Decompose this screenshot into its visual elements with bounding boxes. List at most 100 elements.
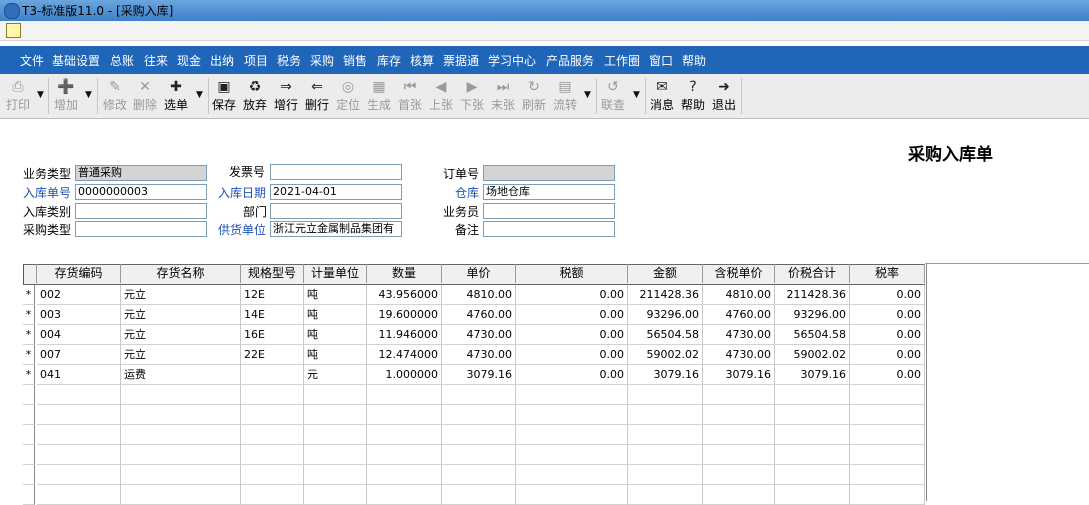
cell-spec[interactable] <box>241 485 304 505</box>
locate-button[interactable]: ◎ 定位 <box>334 78 362 114</box>
query-button[interactable]: ↺ 联查 <box>599 78 627 114</box>
cell-rate[interactable]: 0.00 <box>850 325 925 345</box>
cell-name[interactable]: 元立 <box>121 305 241 325</box>
cell-unit[interactable]: 吨 <box>304 345 367 365</box>
cell-price[interactable] <box>442 485 516 505</box>
business-type-field[interactable]: 普通采购 <box>75 165 207 181</box>
col-header-name[interactable]: 存货名称 <box>121 264 241 283</box>
row-marker[interactable]: * <box>23 285 35 305</box>
row-marker[interactable]: * <box>23 305 35 325</box>
col-header-tax-price[interactable]: 含税单价 <box>703 264 775 283</box>
menu-help[interactable]: 帮助 <box>682 52 706 69</box>
col-header-price[interactable]: 单价 <box>442 264 516 283</box>
col-header-rate[interactable]: 税率 <box>850 264 925 283</box>
menu-accounts[interactable]: 往来 <box>144 52 168 69</box>
cell-rate[interactable]: 0.00 <box>850 345 925 365</box>
add-button[interactable]: ➕ 增加 <box>52 78 80 114</box>
cell-code[interactable]: 003 <box>37 305 121 325</box>
cell-amount[interactable] <box>628 405 703 425</box>
add-dropdown-arrow-icon[interactable]: ▼ <box>84 90 93 100</box>
cell-amount[interactable]: 211428.36 <box>628 285 703 305</box>
refresh-button[interactable]: ↻ 刷新 <box>520 78 548 114</box>
cell-price[interactable] <box>442 445 516 465</box>
cell-unit[interactable] <box>304 485 367 505</box>
document-icon[interactable] <box>6 23 21 38</box>
save-button[interactable]: ▣ 保存 <box>210 78 238 114</box>
cell-tax-price[interactable] <box>703 485 775 505</box>
cell-code[interactable] <box>37 425 121 445</box>
cell-code[interactable]: 007 <box>37 345 121 365</box>
col-header-tax[interactable]: 税额 <box>516 264 628 283</box>
menu-purchase[interactable]: 采购 <box>310 52 334 69</box>
cell-amount[interactable] <box>628 445 703 465</box>
cell-name[interactable] <box>121 385 241 405</box>
order-no-field[interactable] <box>483 165 615 181</box>
help-button[interactable]: ? 帮助 <box>679 78 707 114</box>
cell-tax[interactable] <box>516 465 628 485</box>
col-header-unit[interactable]: 计量单位 <box>304 264 367 283</box>
cell-spec[interactable] <box>241 465 304 485</box>
cell-qty[interactable]: 43.956000 <box>367 285 442 305</box>
cell-code[interactable] <box>37 445 121 465</box>
cell-code[interactable]: 041 <box>37 365 121 385</box>
warehouse-field[interactable]: 场地仓库 <box>483 184 615 200</box>
cell-code[interactable] <box>37 465 121 485</box>
first-button[interactable]: ⏮ 首张 <box>396 78 424 114</box>
cell-total[interactable] <box>775 405 850 425</box>
cell-tax-price[interactable]: 3079.16 <box>703 365 775 385</box>
cell-name[interactable] <box>121 485 241 505</box>
row-marker[interactable] <box>23 425 35 445</box>
cell-price[interactable]: 3079.16 <box>442 365 516 385</box>
cell-code[interactable]: 004 <box>37 325 121 345</box>
menu-basic-settings[interactable]: 基础设置 <box>52 52 100 69</box>
last-button[interactable]: ⏭ 末张 <box>489 78 517 114</box>
cell-price[interactable]: 4760.00 <box>442 305 516 325</box>
menu-sales[interactable]: 销售 <box>343 52 367 69</box>
cell-code[interactable] <box>37 405 121 425</box>
supplier-field[interactable]: 浙江元立金属制品集团有 <box>270 221 402 237</box>
invoice-no-field[interactable] <box>270 164 402 180</box>
select-button[interactable]: ✚ 选单 <box>162 78 190 114</box>
cell-tax[interactable] <box>516 385 628 405</box>
cell-name[interactable] <box>121 405 241 425</box>
cell-rate[interactable] <box>850 425 925 445</box>
cell-code[interactable]: 002 <box>37 285 121 305</box>
cell-spec[interactable]: 12E <box>241 285 304 305</box>
row-marker[interactable] <box>23 485 35 505</box>
cell-total[interactable] <box>775 445 850 465</box>
cell-unit[interactable]: 吨 <box>304 285 367 305</box>
row-marker[interactable] <box>23 465 35 485</box>
menu-product-service[interactable]: 产品服务 <box>546 52 594 69</box>
col-header-qty[interactable]: 数量 <box>367 264 442 283</box>
cell-qty[interactable] <box>367 485 442 505</box>
cell-tax[interactable]: 0.00 <box>516 325 628 345</box>
cell-price[interactable] <box>442 425 516 445</box>
cell-unit[interactable]: 吨 <box>304 305 367 325</box>
cell-qty[interactable] <box>367 425 442 445</box>
cell-qty[interactable]: 11.946000 <box>367 325 442 345</box>
cell-qty[interactable] <box>367 465 442 485</box>
salesperson-field[interactable] <box>483 203 615 219</box>
add-row-button[interactable]: ⇒ 增行 <box>272 78 300 114</box>
cell-price[interactable]: 4730.00 <box>442 345 516 365</box>
generate-button[interactable]: ▦ 生成 <box>365 78 393 114</box>
remark-field[interactable] <box>483 221 615 237</box>
cell-amount[interactable]: 93296.00 <box>628 305 703 325</box>
cell-tax-price[interactable] <box>703 385 775 405</box>
cell-rate[interactable]: 0.00 <box>850 305 925 325</box>
row-marker[interactable] <box>23 405 35 425</box>
cell-spec[interactable] <box>241 445 304 465</box>
menu-cash[interactable]: 现金 <box>177 52 201 69</box>
cell-name[interactable] <box>121 425 241 445</box>
flow-dropdown-arrow-icon[interactable]: ▼ <box>583 90 592 100</box>
purchase-type-field[interactable] <box>75 221 207 237</box>
cell-spec[interactable]: 16E <box>241 325 304 345</box>
cell-tax-price[interactable] <box>703 405 775 425</box>
cell-price[interactable]: 4810.00 <box>442 285 516 305</box>
prev-button[interactable]: ◀ 上张 <box>427 78 455 114</box>
query-dropdown-arrow-icon[interactable]: ▼ <box>632 90 641 100</box>
cell-unit[interactable]: 吨 <box>304 325 367 345</box>
cell-price[interactable] <box>442 405 516 425</box>
cell-qty[interactable] <box>367 405 442 425</box>
cell-price[interactable] <box>442 465 516 485</box>
